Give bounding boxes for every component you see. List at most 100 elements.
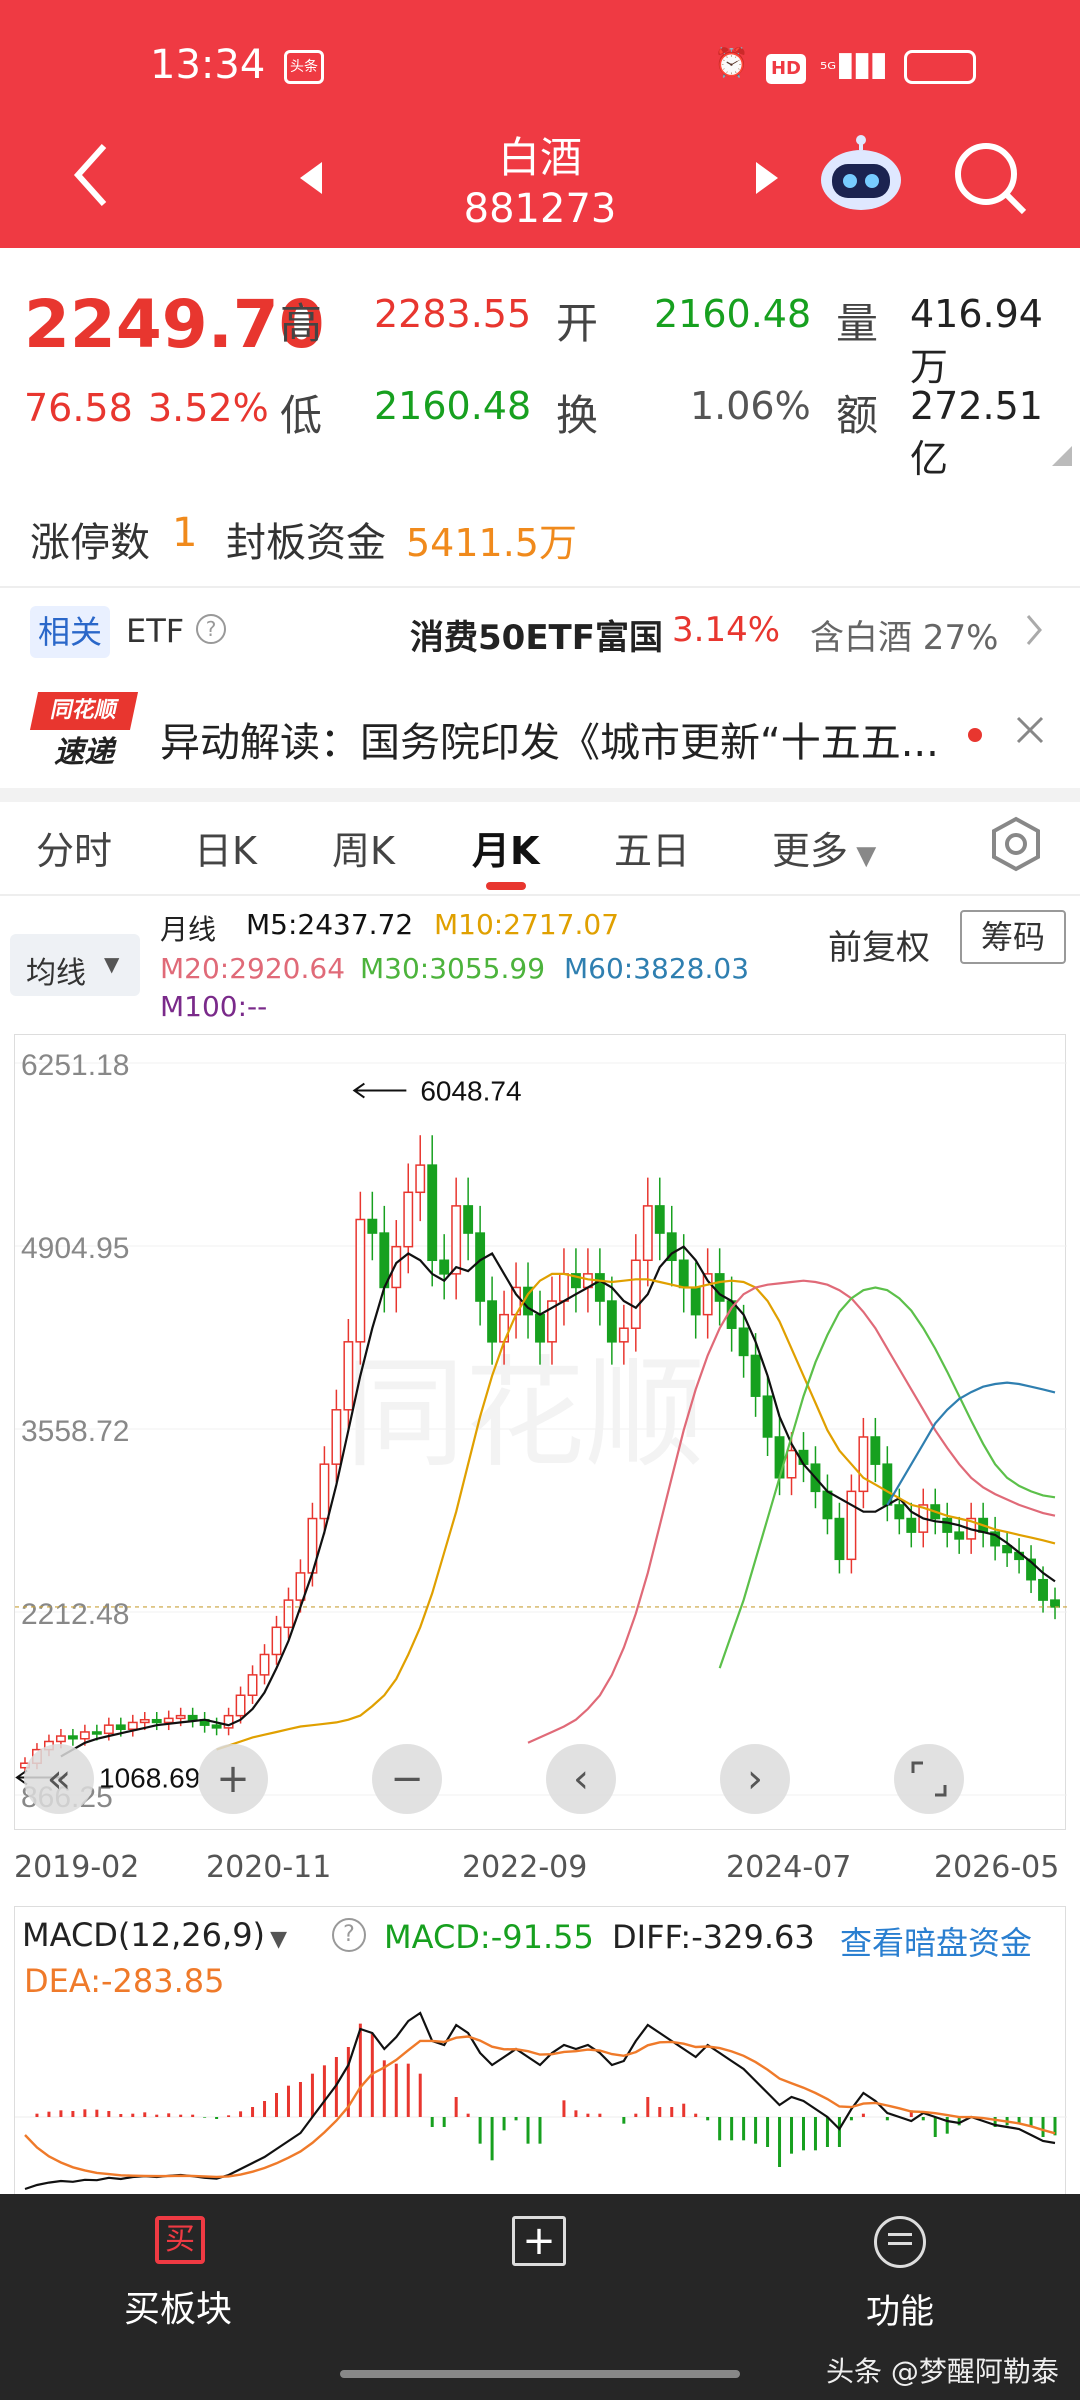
divider [0, 894, 1080, 896]
candle-body [834, 1517, 845, 1561]
low-label: 低 [280, 391, 323, 440]
sector-code: 881273 [463, 186, 617, 232]
macd-dea-line [24, 2035, 1056, 2179]
help-icon[interactable]: ? [332, 1918, 366, 1952]
alarm-icon: ⏰ [714, 46, 749, 79]
y-tick-label: 6251.18 [21, 1049, 129, 1082]
candle-body [678, 1259, 689, 1289]
tab-intraday[interactable]: 分时 [36, 820, 112, 875]
candle-body [163, 1717, 174, 1724]
amount-label: 额 [836, 391, 879, 440]
ma60-value: M60:3828.03 [564, 952, 750, 985]
tab-more[interactable]: 更多 ▼ [772, 820, 876, 875]
candle-body [91, 1731, 102, 1735]
scroll-left-icon[interactable]: ‹ [546, 1744, 616, 1814]
tab-five-day[interactable]: 五日 [614, 820, 690, 875]
expand-corner-icon[interactable] [1052, 446, 1072, 470]
scroll-right-icon[interactable]: › [720, 1744, 790, 1814]
candle-body [319, 1463, 330, 1520]
candle-body [630, 1259, 641, 1329]
function-menu-icon[interactable] [874, 2216, 926, 2268]
open-value: 2160.48 [654, 292, 812, 336]
candle-body [139, 1718, 150, 1724]
chips-button[interactable]: 筹码 [960, 910, 1066, 964]
volume-value: 416.94万 [910, 292, 1043, 389]
candle-body [127, 1721, 138, 1730]
chart-watermark: 同花顺 [345, 1345, 705, 1484]
home-indicator[interactable] [340, 2370, 740, 2378]
related-tag: 相关 [30, 606, 110, 658]
diff-value: DIFF:-329.63 [612, 1918, 815, 1956]
min-annotation: 1068.69 [99, 1762, 200, 1793]
candle-body [870, 1436, 881, 1465]
candle-body [690, 1286, 701, 1316]
zoom-in-icon[interactable]: + [198, 1744, 268, 1814]
caret-down-icon: ▼ [270, 1927, 288, 1952]
candle-body [846, 1490, 857, 1561]
high-label: 高 [280, 299, 323, 348]
adjust-mode[interactable]: 前复权 [828, 920, 930, 969]
news-row[interactable]: 同花顺 速递 异动解读：国务院印发《城市更新“十五五... [0, 680, 1080, 790]
turnover-label: 换 [556, 391, 599, 440]
robot-assistant-icon[interactable] [816, 132, 906, 220]
x-axis: 2019-02 2020-11 2022-09 2024-07 2026-05 [14, 1848, 1066, 1892]
unread-dot [968, 728, 982, 742]
candle-body [271, 1626, 282, 1656]
volume-label: 量 [836, 299, 879, 348]
ma-selector-label: 均线 [26, 956, 86, 991]
candle-body [642, 1205, 653, 1262]
high-value: 2283.55 [374, 292, 532, 336]
buy-icon: 买 [155, 2216, 205, 2264]
y-tick-label: 3558.72 [21, 1415, 129, 1448]
next-sector-icon[interactable] [752, 160, 782, 200]
open-label: 开 [556, 299, 599, 348]
tab-more-label: 更多 [772, 829, 849, 873]
candle-body [283, 1599, 294, 1629]
ma5-value: M5:2437.72 [246, 908, 414, 941]
macd-diff-line [24, 2011, 1056, 2191]
candle-body [858, 1436, 869, 1493]
candle-body [187, 1714, 198, 1721]
x-tick-label: 2024-07 [726, 1850, 852, 1885]
low-value: 2160.48 [374, 384, 532, 428]
ma-selector[interactable]: 均线 ▼ [10, 934, 140, 996]
candle-body [439, 1259, 450, 1275]
x-tick-label: 2019-02 [14, 1850, 140, 1885]
kline-chart[interactable]: 6251.184904.953558.722212.48866.25同花顺604… [14, 1034, 1067, 1830]
tab-monthly-k[interactable]: 月K [472, 820, 539, 875]
period-label: 月线 [160, 913, 217, 946]
ma10-value: M10:2717.07 [434, 908, 620, 941]
tab-weekly-k[interactable]: 周K [332, 820, 395, 875]
buy-sector-button[interactable]: 买 [130, 2216, 230, 2264]
candle-body [762, 1395, 773, 1438]
active-tab-indicator [486, 882, 526, 890]
add-watchlist-icon[interactable]: + [512, 2216, 566, 2266]
zoom-out-icon[interactable]: − [372, 1744, 442, 1814]
search-icon[interactable] [952, 140, 1028, 220]
rewind-icon[interactable]: « [24, 1744, 94, 1814]
candle-body [367, 1218, 378, 1234]
macd-selector[interactable]: MACD(12,26,9) ▼ [22, 1916, 287, 1954]
etf-holding: 含白酒 27% [810, 618, 999, 658]
close-icon[interactable] [1014, 714, 1046, 750]
etf-label: ETF [126, 612, 185, 650]
y-tick-label: 4904.95 [21, 1232, 129, 1265]
candle-body [427, 1164, 438, 1262]
battery-icon [904, 50, 976, 84]
news-headline[interactable]: 异动解读：国务院印发《城市更新“十五五... [160, 710, 960, 768]
settings-hexagon-icon[interactable] [988, 816, 1044, 876]
candle-body [559, 1273, 569, 1302]
hd-icon: HD [766, 54, 806, 84]
help-icon[interactable]: ? [196, 614, 226, 644]
macd-value: MACD:-91.55 [384, 1918, 594, 1956]
limit-up-count: 1 [172, 510, 198, 556]
tab-daily-k[interactable]: 日K [194, 820, 257, 875]
dark-pool-link[interactable]: 查看暗盘资金 [840, 1918, 1032, 1964]
candle-body [247, 1674, 258, 1697]
fullscreen-icon[interactable] [894, 1744, 964, 1814]
etf-row[interactable]: 相关 ETF ? 消费50ETF富国 3.14% 含白酒 27% [0, 596, 1080, 676]
watermark: 头条 @梦醒阿勒泰 [826, 2355, 1059, 2388]
sector-title: 白酒 [497, 133, 582, 182]
candle-body [235, 1694, 246, 1717]
ma-line-m60 [886, 1381, 1056, 1506]
